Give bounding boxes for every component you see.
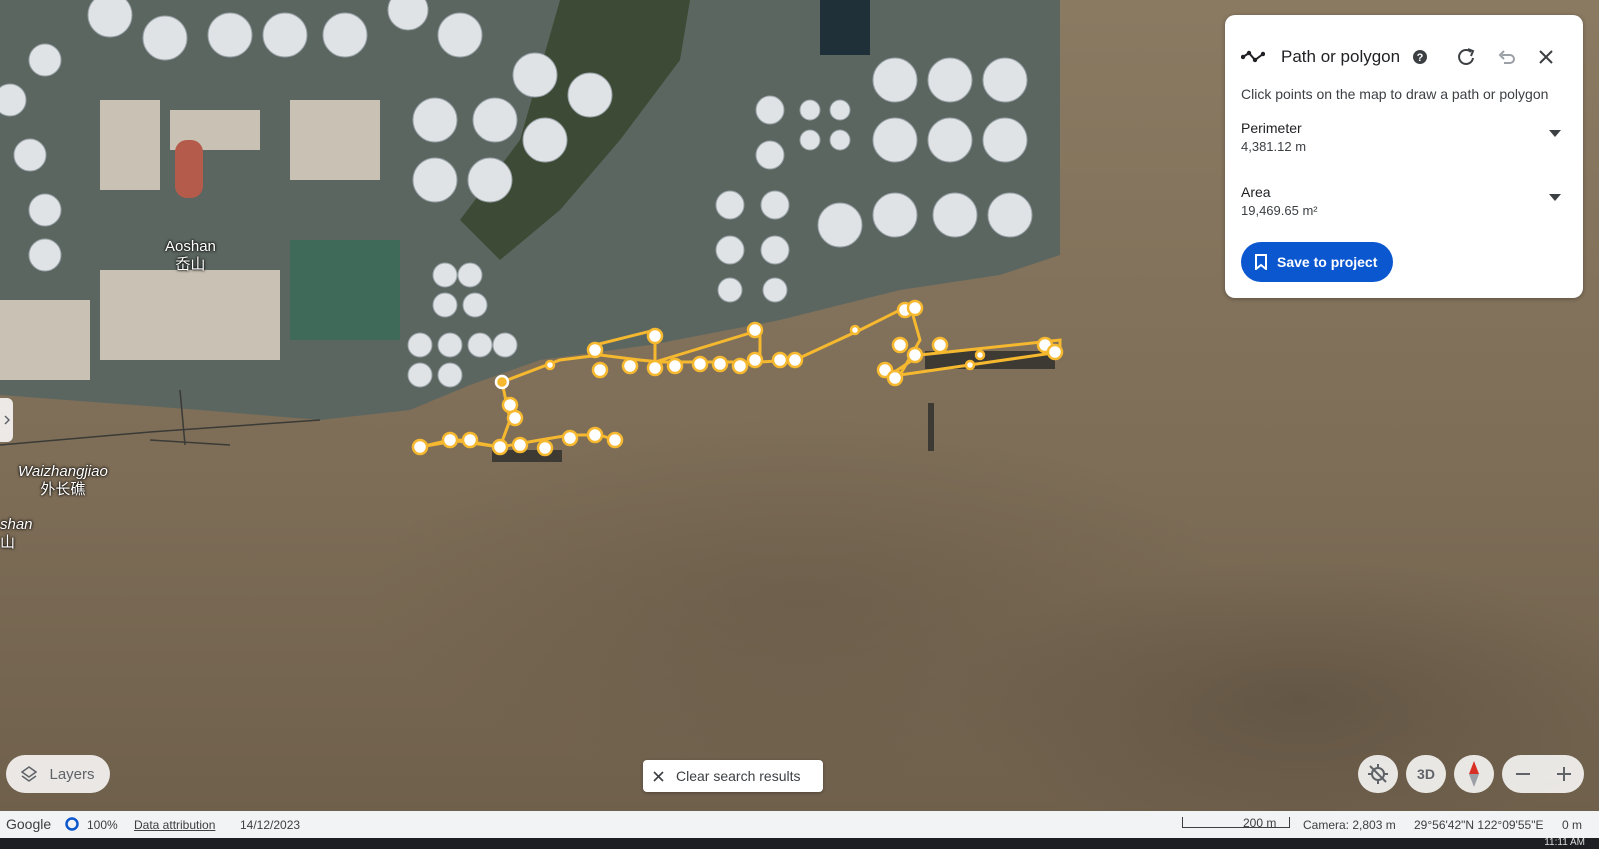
vertex-marker[interactable]: [586, 426, 604, 444]
close-button[interactable]: [1532, 43, 1560, 71]
vertex-marker[interactable]: [506, 409, 524, 427]
measure-panel: Path or polygon ? Click points on the ma…: [1225, 15, 1583, 298]
vertex-marker[interactable]: [974, 349, 986, 361]
vertex-marker[interactable]: [646, 359, 664, 377]
vertex-marker[interactable]: [536, 439, 554, 457]
coordinates: 29°56'42"N 122°09'55"E: [1414, 818, 1544, 832]
vertex-marker[interactable]: [491, 438, 509, 456]
my-location-button[interactable]: [1358, 755, 1398, 793]
compass-icon: [1469, 761, 1479, 787]
data-attribution-link[interactable]: Data attribution: [134, 818, 215, 832]
vertex-marker[interactable]: [746, 351, 764, 369]
vertex-marker[interactable]: [544, 359, 556, 371]
vertex-marker[interactable]: [586, 341, 604, 359]
zoom-controls: [1502, 755, 1584, 793]
layers-label: Layers: [49, 765, 95, 783]
layers-button[interactable]: Layers: [6, 755, 110, 793]
undo-button[interactable]: [1492, 43, 1520, 71]
vertex-marker[interactable]: [691, 355, 709, 373]
place-label-aoshan: Aoshan 岙山: [165, 238, 216, 273]
vertex-marker[interactable]: [931, 336, 949, 354]
vertex-marker[interactable]: [849, 324, 861, 336]
save-label: Save to project: [1277, 254, 1378, 270]
clear-search-label: Clear search results: [676, 768, 801, 784]
clear-search-results-button[interactable]: Clear search results: [643, 760, 823, 792]
vertex-marker[interactable]: [621, 357, 639, 375]
svg-text:?: ?: [1417, 52, 1424, 64]
save-to-project-button[interactable]: Save to project: [1241, 242, 1394, 282]
panel-header: Path or polygon ?: [1241, 43, 1428, 71]
globe-icon[interactable]: [65, 817, 79, 834]
path-polygon-icon: [1241, 50, 1265, 64]
imagery-date: 14/12/2023: [240, 818, 301, 832]
area-label: Area: [1241, 184, 1271, 200]
3d-label: 3D: [1417, 766, 1435, 782]
chevron-right-icon: [3, 415, 10, 425]
clock: 11:11 AM: [1544, 837, 1585, 848]
vertex-marker[interactable]: [511, 436, 529, 454]
chevron-down-icon[interactable]: [1549, 130, 1561, 138]
3d-toggle-button[interactable]: 3D: [1406, 755, 1446, 793]
perimeter-value: 4,381.12 m: [1241, 139, 1307, 154]
panel-title: Path or polygon: [1281, 47, 1401, 66]
vertex-marker[interactable]: [461, 431, 479, 449]
perimeter-row[interactable]: Perimeter 4,381.12 m: [1241, 120, 1561, 154]
vertex-marker[interactable]: [494, 374, 510, 390]
undo-icon: [1498, 50, 1515, 64]
perimeter-label: Perimeter: [1241, 120, 1302, 136]
globe-percent: 100%: [87, 818, 118, 832]
chevron-down-icon[interactable]: [1549, 194, 1561, 202]
taskbar: 11:11 AM: [0, 837, 1599, 849]
elevation: 0 m: [1562, 818, 1583, 832]
vertex-marker[interactable]: [906, 299, 924, 317]
vertex-marker[interactable]: [786, 351, 804, 369]
location-off-icon: [1368, 764, 1388, 784]
vertex-marker[interactable]: [561, 429, 579, 447]
close-icon: [653, 770, 664, 782]
vertex-marker[interactable]: [591, 361, 609, 379]
camera-altitude: Camera: 2,803 m: [1303, 818, 1396, 832]
vertex-marker[interactable]: [441, 431, 459, 449]
area-row[interactable]: Area 19,469.65 m²: [1241, 184, 1561, 218]
vertex-marker[interactable]: [731, 357, 749, 375]
google-logo: Google: [6, 816, 52, 832]
vertex-marker[interactable]: [746, 321, 764, 339]
vertex-marker[interactable]: [666, 357, 684, 375]
zoom-out-icon[interactable]: [1514, 765, 1532, 783]
close-icon: [1539, 50, 1553, 64]
bookmark-icon: [1255, 254, 1267, 270]
help-icon[interactable]: ?: [1412, 49, 1428, 65]
redo-button[interactable]: [1452, 43, 1480, 71]
vertex-marker[interactable]: [711, 355, 729, 373]
place-label-shan: shan 山: [0, 516, 33, 551]
vertex-marker[interactable]: [964, 359, 976, 371]
status-bar: Google 100% Data attribution 14/12/2023 …: [0, 811, 1599, 838]
layers-icon: [21, 766, 38, 782]
path-line: [501, 302, 1062, 384]
vertex-marker[interactable]: [906, 346, 924, 364]
vertex-marker[interactable]: [646, 327, 664, 345]
vertex-marker[interactable]: [891, 336, 909, 354]
vertex-marker[interactable]: [1046, 343, 1064, 361]
panel-hint: Click points on the map to draw a path o…: [1241, 86, 1549, 102]
compass-button[interactable]: [1454, 755, 1494, 793]
satellite-map[interactable]: Aoshan 岙山 Waizhangjiao 外长礁 shan 山 Path or p…: [0, 0, 1599, 811]
vertex-marker[interactable]: [886, 369, 904, 387]
vertex-marker[interactable]: [771, 351, 789, 369]
vertex-marker[interactable]: [411, 438, 429, 456]
zoom-in-icon[interactable]: [1555, 765, 1573, 783]
refresh-icon: [1458, 48, 1475, 65]
area-value: 19,469.65 m²: [1241, 203, 1318, 218]
vertex-marker[interactable]: [606, 431, 624, 449]
scale-label: 200 m: [1243, 816, 1277, 830]
place-label-waizhangjiao: Waizhangjiao 外长礁: [18, 463, 108, 498]
side-panel-toggle[interactable]: [0, 398, 13, 442]
